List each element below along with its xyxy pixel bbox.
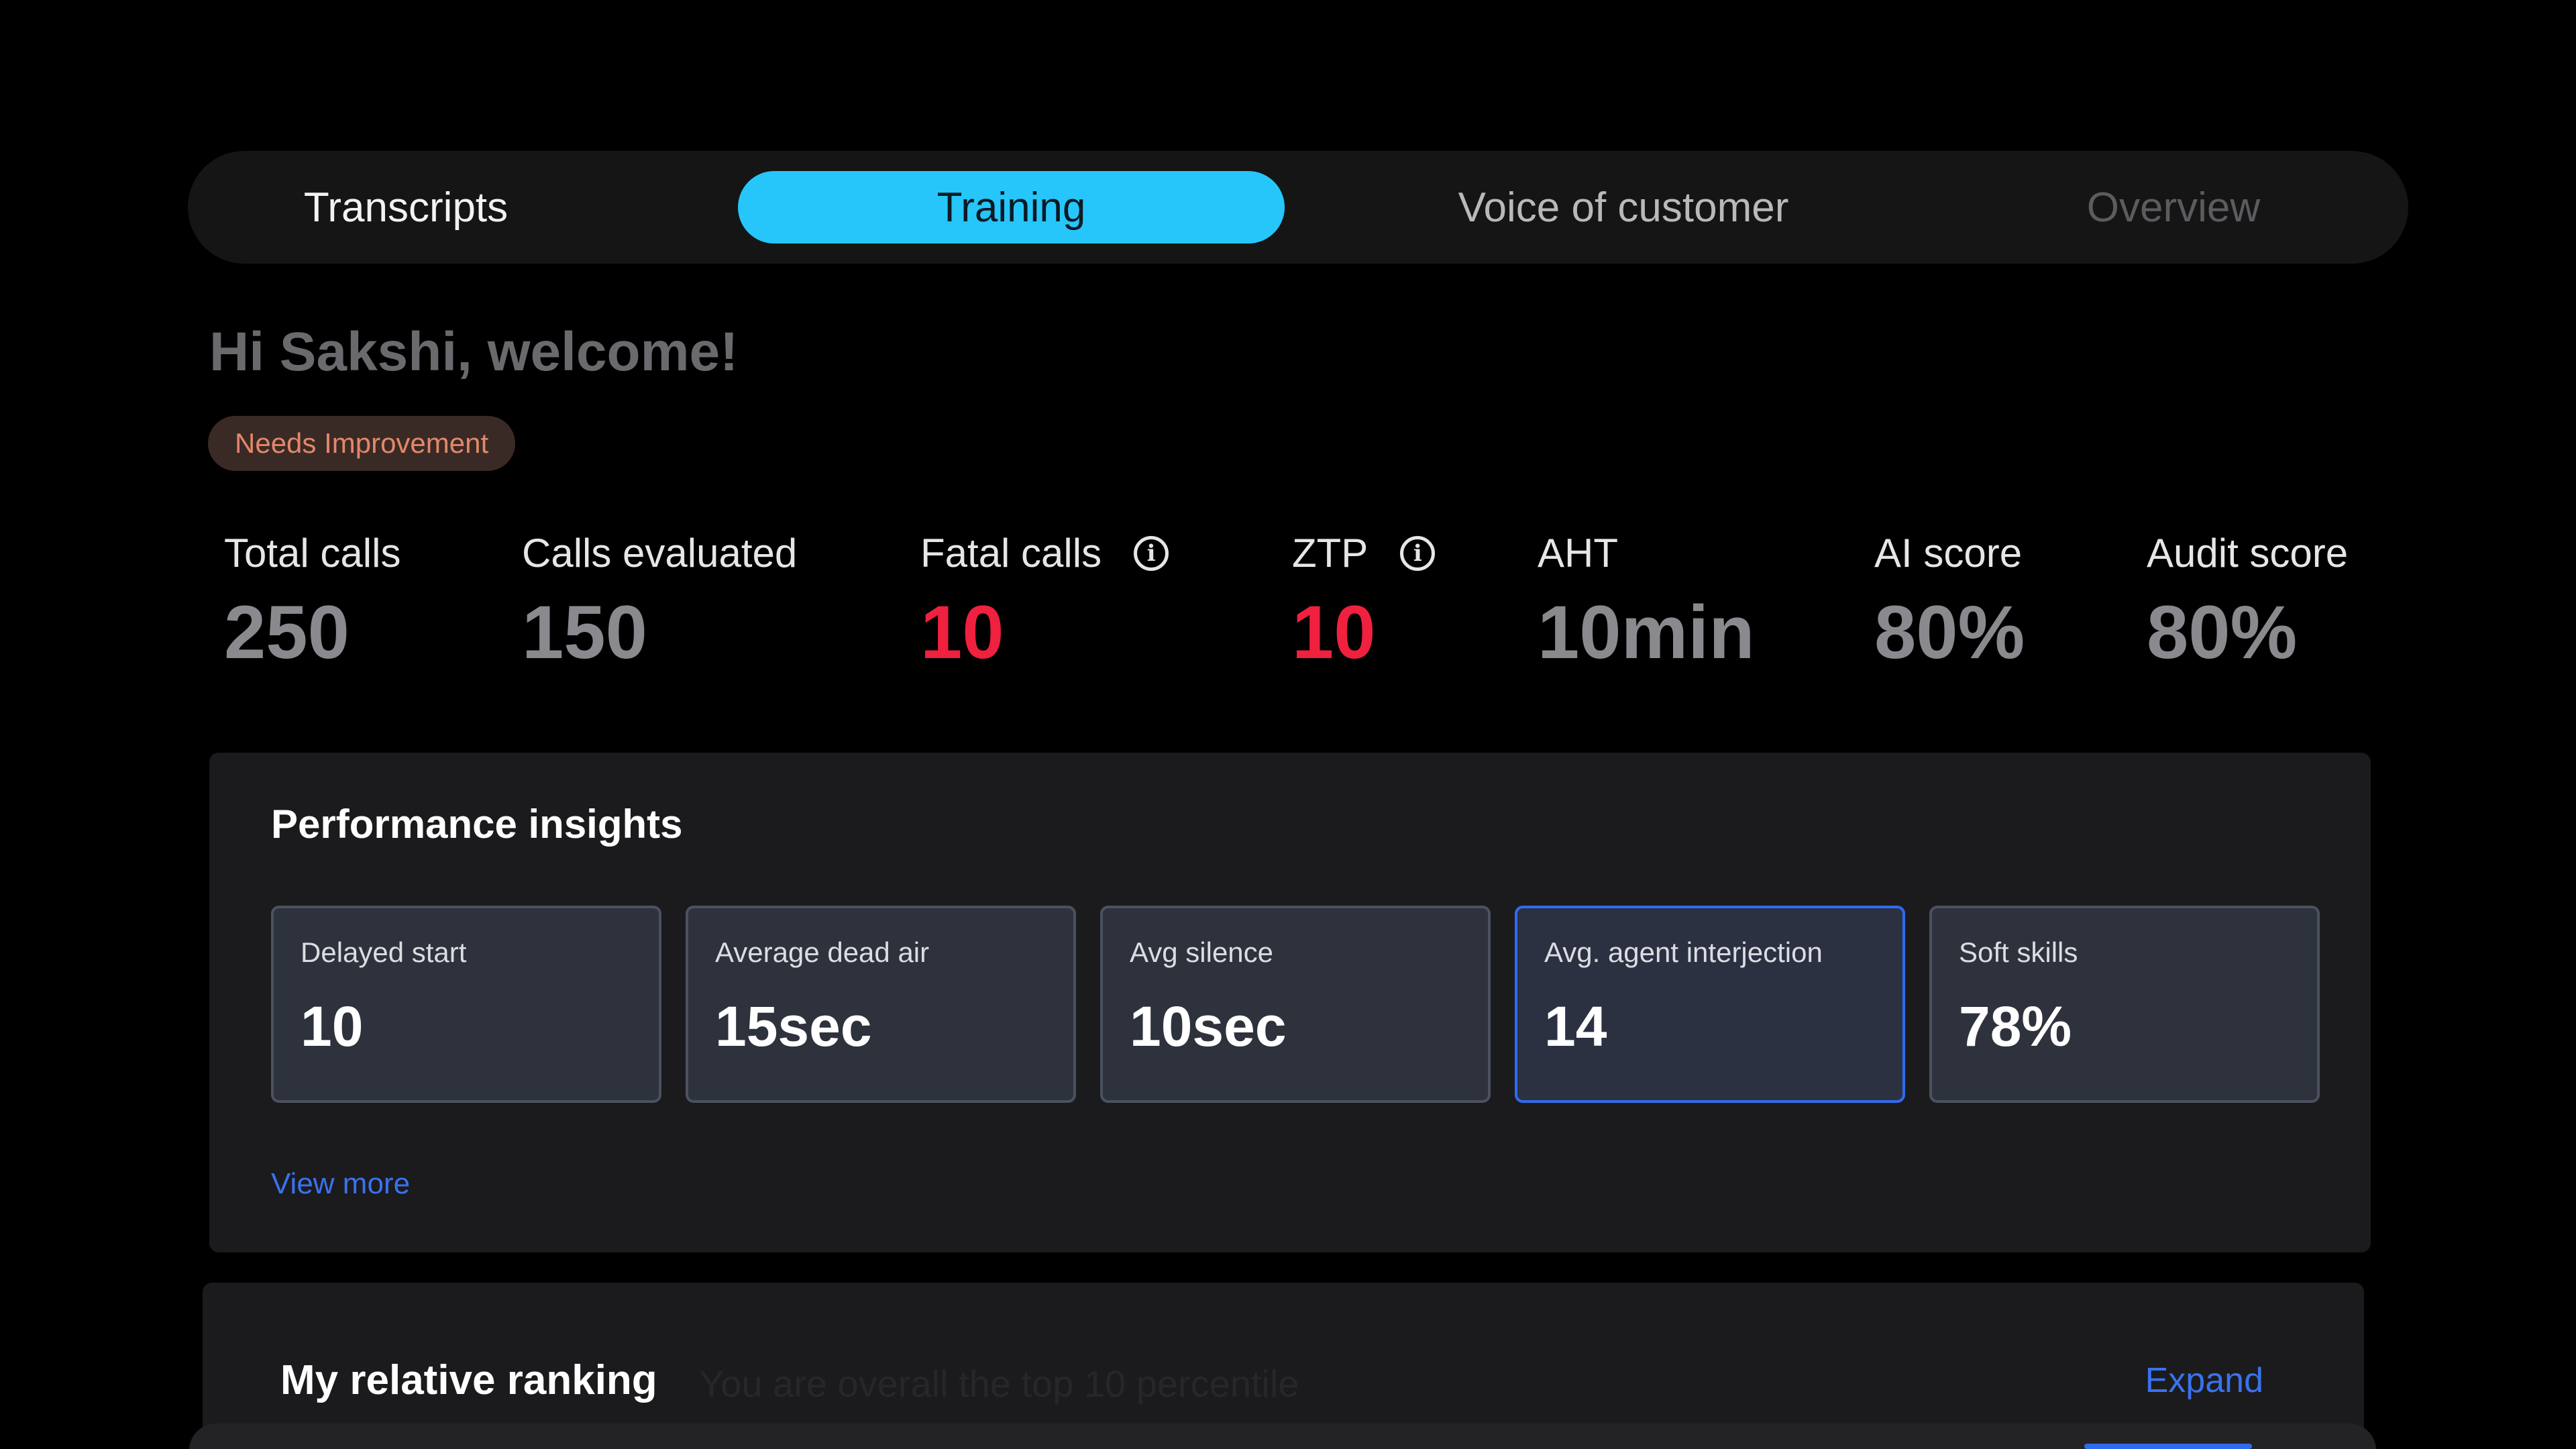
welcome-greeting: Hi Sakshi, welcome! (209, 321, 739, 382)
metric-label: Audit score (2147, 531, 2349, 576)
insight-card-soft-skills[interactable]: Soft skills 78% (1929, 906, 2320, 1103)
metric-value: 10 (1292, 590, 1376, 674)
metric-label: Fatal calls (920, 531, 1102, 576)
card-label: Average dead air (715, 936, 930, 968)
ranking-subtitle: You are overall the top 10 percentile (699, 1362, 1299, 1405)
tab-transcripts[interactable]: Transcripts (215, 171, 597, 244)
card-value: 10sec (1130, 995, 1287, 1058)
expand-button[interactable]: Expand (2145, 1360, 2263, 1401)
card-value: 10 (301, 995, 364, 1058)
metric-label-row: Fatal calls i (920, 530, 1169, 576)
metric-value: 150 (522, 590, 647, 674)
card-label: Avg. agent interjection (1544, 936, 1823, 968)
metric-total-calls: Total calls 250 (224, 530, 400, 670)
metric-label: Total calls (224, 531, 401, 576)
metric-value: 80% (1874, 590, 2025, 674)
status-badge: Needs Improvement (208, 416, 516, 471)
card-label: Avg silence (1130, 936, 1274, 968)
metric-ai-score: AI score 80% (1874, 530, 2025, 670)
active-indicator (2084, 1444, 2252, 1449)
performance-insights-panel: Performance insights Delayed start 10 Av… (209, 753, 2371, 1252)
tab-voice-of-customer[interactable]: Voice of customer (1322, 171, 1925, 244)
metric-value: 10min (1538, 590, 1755, 674)
relative-ranking-panel: My relative ranking You are overall the … (189, 1283, 2376, 1449)
insight-card-avg-silence[interactable]: Avg silence 10sec (1100, 906, 1491, 1103)
metric-ztp: ZTP i 10 (1292, 530, 1436, 674)
metric-audit-score: Audit score 80% (2147, 530, 2348, 670)
metric-label: AHT (1538, 531, 1618, 576)
metric-label: AI score (1874, 531, 2023, 576)
section-title: My relative ranking (280, 1357, 657, 1403)
card-label: Soft skills (1959, 936, 2078, 968)
view-more-link[interactable]: View more (271, 1167, 410, 1201)
metric-label: Calls evaluated (522, 531, 798, 576)
metric-value: 10 (920, 590, 1004, 674)
insight-card-delayed-start[interactable]: Delayed start 10 (271, 906, 661, 1103)
training-dashboard: Transcripts Training Voice of customer O… (0, 0, 2576, 1449)
info-icon[interactable]: i (1134, 535, 1169, 571)
metric-aht: AHT 10min (1538, 530, 1755, 670)
metric-value: 250 (224, 590, 350, 674)
metric-calls-evaluated: Calls evaluated 150 (522, 530, 797, 670)
tab-training[interactable]: Training (738, 171, 1285, 244)
ranking-content (189, 1424, 2376, 1449)
section-title: Performance insights (271, 802, 683, 847)
info-icon[interactable]: i (1400, 535, 1436, 571)
metric-label-row: ZTP i (1292, 530, 1436, 576)
card-label: Delayed start (301, 936, 467, 968)
card-value: 78% (1959, 995, 2072, 1058)
card-value: 15sec (715, 995, 872, 1058)
tab-bar: Transcripts Training Voice of customer O… (188, 151, 2408, 264)
metric-fatal-calls: Fatal calls i 10 (920, 530, 1169, 670)
card-value: 14 (1544, 995, 1607, 1058)
tab-overview[interactable]: Overview (1972, 171, 2375, 244)
insight-card-agent-interjection[interactable]: Avg. agent interjection 14 (1515, 906, 1905, 1103)
metric-value: 80% (2147, 590, 2298, 674)
insight-card-average-dead-air[interactable]: Average dead air 15sec (686, 906, 1076, 1103)
metric-label: ZTP (1292, 531, 1368, 576)
